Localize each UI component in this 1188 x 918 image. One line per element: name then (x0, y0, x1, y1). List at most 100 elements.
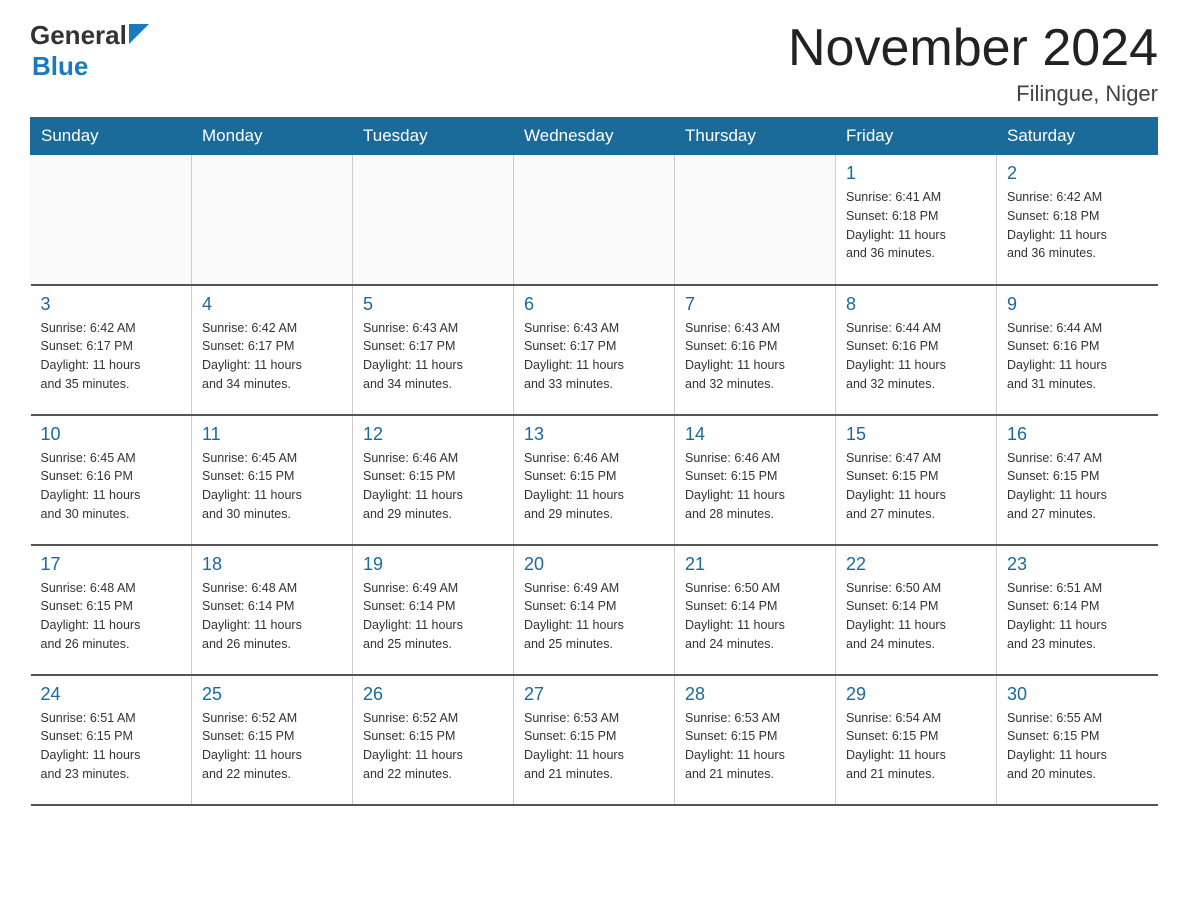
calendar-cell: 24 Sunrise: 6:51 AMSunset: 6:15 PMDayligh… (31, 675, 192, 805)
weekday-header-saturday: Saturday (997, 118, 1158, 155)
calendar-week-5: 24 Sunrise: 6:51 AMSunset: 6:15 PMDayligh… (31, 675, 1158, 805)
calendar-cell: 6 Sunrise: 6:43 AMSunset: 6:17 PMDaylight… (514, 285, 675, 415)
month-title: November 2024 (788, 20, 1158, 77)
day-number: 12 (363, 424, 503, 445)
day-info: Sunrise: 6:43 AMSunset: 6:17 PMDaylight:… (524, 319, 664, 394)
day-info: Sunrise: 6:44 AMSunset: 6:16 PMDaylight:… (846, 319, 986, 394)
day-info: Sunrise: 6:47 AMSunset: 6:15 PMDaylight:… (1007, 449, 1148, 524)
calendar-cell: 19 Sunrise: 6:49 AMSunset: 6:14 PMDayligh… (353, 545, 514, 675)
day-info: Sunrise: 6:42 AMSunset: 6:18 PMDaylight:… (1007, 188, 1148, 263)
calendar-cell: 1Sunrise: 6:41 AMSunset: 6:18 PMDaylight… (836, 155, 997, 285)
day-info: Sunrise: 6:47 AMSunset: 6:15 PMDaylight:… (846, 449, 986, 524)
day-info: Sunrise: 6:53 AMSunset: 6:15 PMDaylight:… (524, 709, 664, 784)
day-number: 17 (41, 554, 182, 575)
weekday-header-monday: Monday (192, 118, 353, 155)
day-number: 28 (685, 684, 825, 705)
weekday-row: SundayMondayTuesdayWednesdayThursdayFrid… (31, 118, 1158, 155)
calendar-cell (353, 155, 514, 285)
weekday-header-wednesday: Wednesday (514, 118, 675, 155)
calendar-cell: 15Sunrise: 6:47 AMSunset: 6:15 PMDayligh… (836, 415, 997, 545)
day-info: Sunrise: 6:50 AMSunset: 6:14 PMDaylight:… (846, 579, 986, 654)
day-number: 8 (846, 294, 986, 315)
day-info: Sunrise: 6:52 AMSunset: 6:15 PMDaylight:… (202, 709, 342, 784)
day-info: Sunrise: 6:53 AMSunset: 6:15 PMDaylight:… (685, 709, 825, 784)
day-info: Sunrise: 6:49 AMSunset: 6:14 PMDaylight:… (524, 579, 664, 654)
day-info: Sunrise: 6:54 AMSunset: 6:15 PMDaylight:… (846, 709, 986, 784)
calendar-cell: 4 Sunrise: 6:42 AMSunset: 6:17 PMDaylight… (192, 285, 353, 415)
day-info: Sunrise: 6:46 AMSunset: 6:15 PMDaylight:… (363, 449, 503, 524)
calendar-cell: 20 Sunrise: 6:49 AMSunset: 6:14 PMDayligh… (514, 545, 675, 675)
calendar-cell: 30 Sunrise: 6:55 AMSunset: 6:15 PMDayligh… (997, 675, 1158, 805)
day-info: Sunrise: 6:46 AMSunset: 6:15 PMDaylight:… (685, 449, 825, 524)
day-number: 13 (524, 424, 664, 445)
day-info: Sunrise: 6:48 AMSunset: 6:14 PMDaylight:… (202, 579, 342, 654)
day-info: Sunrise: 6:48 AMSunset: 6:15 PMDaylight:… (41, 579, 182, 654)
calendar-cell (514, 155, 675, 285)
day-number: 30 (1007, 684, 1148, 705)
day-number: 4 (202, 294, 342, 315)
calendar-cell: 29 Sunrise: 6:54 AMSunset: 6:15 PMDayligh… (836, 675, 997, 805)
calendar-cell: 2 Sunrise: 6:42 AMSunset: 6:18 PMDaylight… (997, 155, 1158, 285)
day-info: Sunrise: 6:49 AMSunset: 6:14 PMDaylight:… (363, 579, 503, 654)
day-number: 23 (1007, 554, 1148, 575)
calendar-week-4: 17 Sunrise: 6:48 AMSunset: 6:15 PMDayligh… (31, 545, 1158, 675)
calendar-cell: 12 Sunrise: 6:46 AMSunset: 6:15 PMDayligh… (353, 415, 514, 545)
day-number: 10 (41, 424, 182, 445)
page-header: General Blue November 2024 Filingue, Nig… (30, 20, 1158, 107)
calendar-cell: 5 Sunrise: 6:43 AMSunset: 6:17 PMDaylight… (353, 285, 514, 415)
day-info: Sunrise: 6:42 AMSunset: 6:17 PMDaylight:… (41, 319, 182, 394)
weekday-header-friday: Friday (836, 118, 997, 155)
calendar-cell: 26 Sunrise: 6:52 AMSunset: 6:15 PMDayligh… (353, 675, 514, 805)
day-info: Sunrise: 6:45 AMSunset: 6:16 PMDaylight:… (41, 449, 182, 524)
day-number: 27 (524, 684, 664, 705)
logo-blue: Blue (32, 51, 88, 82)
day-number: 21 (685, 554, 825, 575)
calendar-cell (192, 155, 353, 285)
day-number: 5 (363, 294, 503, 315)
calendar-cell: 21Sunrise: 6:50 AMSunset: 6:14 PMDayligh… (675, 545, 836, 675)
day-number: 1 (846, 163, 986, 184)
day-number: 9 (1007, 294, 1148, 315)
calendar-cell (675, 155, 836, 285)
day-number: 14 (685, 424, 825, 445)
day-info: Sunrise: 6:44 AMSunset: 6:16 PMDaylight:… (1007, 319, 1148, 394)
logo-general: General (30, 20, 127, 51)
day-number: 26 (363, 684, 503, 705)
calendar-week-2: 3 Sunrise: 6:42 AMSunset: 6:17 PMDaylight… (31, 285, 1158, 415)
day-number: 2 (1007, 163, 1148, 184)
day-info: Sunrise: 6:42 AMSunset: 6:17 PMDaylight:… (202, 319, 342, 394)
day-info: Sunrise: 6:55 AMSunset: 6:15 PMDaylight:… (1007, 709, 1148, 784)
day-number: 3 (41, 294, 182, 315)
day-info: Sunrise: 6:45 AMSunset: 6:15 PMDaylight:… (202, 449, 342, 524)
day-number: 25 (202, 684, 342, 705)
calendar-cell: 23Sunrise: 6:51 AMSunset: 6:14 PMDayligh… (997, 545, 1158, 675)
calendar-cell: 14 Sunrise: 6:46 AMSunset: 6:15 PMDayligh… (675, 415, 836, 545)
day-info: Sunrise: 6:43 AMSunset: 6:17 PMDaylight:… (363, 319, 503, 394)
weekday-header-sunday: Sunday (31, 118, 192, 155)
day-number: 20 (524, 554, 664, 575)
calendar-cell: 17 Sunrise: 6:48 AMSunset: 6:15 PMDayligh… (31, 545, 192, 675)
calendar-cell: 22 Sunrise: 6:50 AMSunset: 6:14 PMDayligh… (836, 545, 997, 675)
day-info: Sunrise: 6:52 AMSunset: 6:15 PMDaylight:… (363, 709, 503, 784)
calendar-cell: 11Sunrise: 6:45 AMSunset: 6:15 PMDayligh… (192, 415, 353, 545)
calendar-cell: 25 Sunrise: 6:52 AMSunset: 6:15 PMDayligh… (192, 675, 353, 805)
day-number: 29 (846, 684, 986, 705)
calendar-cell: 8 Sunrise: 6:44 AMSunset: 6:16 PMDaylight… (836, 285, 997, 415)
calendar-week-3: 10 Sunrise: 6:45 AMSunset: 6:16 PMDayligh… (31, 415, 1158, 545)
logo: General Blue (30, 20, 149, 82)
calendar-cell: 3 Sunrise: 6:42 AMSunset: 6:17 PMDaylight… (31, 285, 192, 415)
calendar-header: SundayMondayTuesdayWednesdayThursdayFrid… (31, 118, 1158, 155)
calendar-cell: 9 Sunrise: 6:44 AMSunset: 6:16 PMDaylight… (997, 285, 1158, 415)
calendar-body: 1Sunrise: 6:41 AMSunset: 6:18 PMDaylight… (31, 155, 1158, 805)
calendar-cell: 7Sunrise: 6:43 AMSunset: 6:16 PMDaylight… (675, 285, 836, 415)
weekday-header-thursday: Thursday (675, 118, 836, 155)
day-number: 19 (363, 554, 503, 575)
calendar-cell (31, 155, 192, 285)
day-info: Sunrise: 6:51 AMSunset: 6:15 PMDaylight:… (41, 709, 182, 784)
day-number: 6 (524, 294, 664, 315)
day-number: 22 (846, 554, 986, 575)
day-number: 24 (41, 684, 182, 705)
day-info: Sunrise: 6:46 AMSunset: 6:15 PMDaylight:… (524, 449, 664, 524)
calendar-cell: 18Sunrise: 6:48 AMSunset: 6:14 PMDayligh… (192, 545, 353, 675)
day-number: 7 (685, 294, 825, 315)
